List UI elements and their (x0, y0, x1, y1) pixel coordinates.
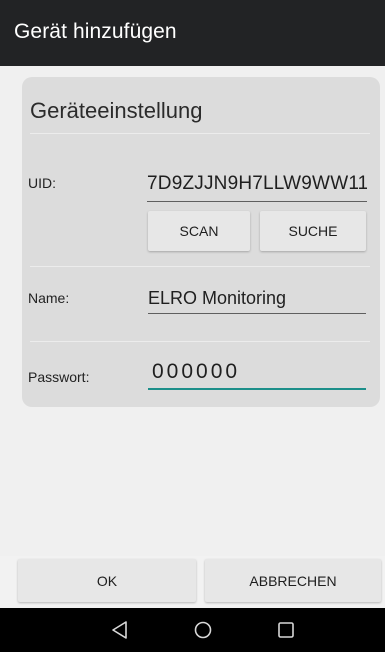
app-bar: Gerät hinzufügen (0, 0, 385, 66)
ok-button[interactable]: OK (18, 559, 196, 602)
navigation-bar (0, 608, 385, 652)
name-field[interactable]: ELRO Monitoring (148, 286, 366, 314)
divider (30, 266, 370, 267)
uid-label: UID: (28, 175, 56, 191)
password-label: Passwort: (28, 369, 90, 385)
name-label: Name: (28, 290, 70, 306)
divider (30, 133, 370, 134)
back-icon[interactable] (108, 618, 132, 642)
home-icon[interactable] (191, 618, 215, 642)
card-title: Geräteeinstellung (30, 98, 203, 123)
page-title: Gerät hinzufügen (14, 20, 177, 43)
search-button[interactable]: SUCHE (260, 211, 366, 251)
dialog-buttons: OK ABBRECHEN (0, 556, 385, 608)
divider (30, 341, 370, 342)
password-field[interactable]: 000000 (148, 359, 366, 390)
cancel-button[interactable]: ABBRECHEN (205, 559, 381, 602)
scan-button[interactable]: SCAN (148, 211, 250, 251)
device-settings-card: Geräteeinstellung UID: 7D9ZJJN9H7LLW9WW1… (22, 77, 380, 407)
recent-apps-icon[interactable] (274, 618, 298, 642)
content-area: Geräteeinstellung UID: 7D9ZJJN9H7LLW9WW1… (0, 66, 385, 556)
uid-field[interactable]: 7D9ZJJN9H7LLW9WW11 (147, 172, 367, 202)
